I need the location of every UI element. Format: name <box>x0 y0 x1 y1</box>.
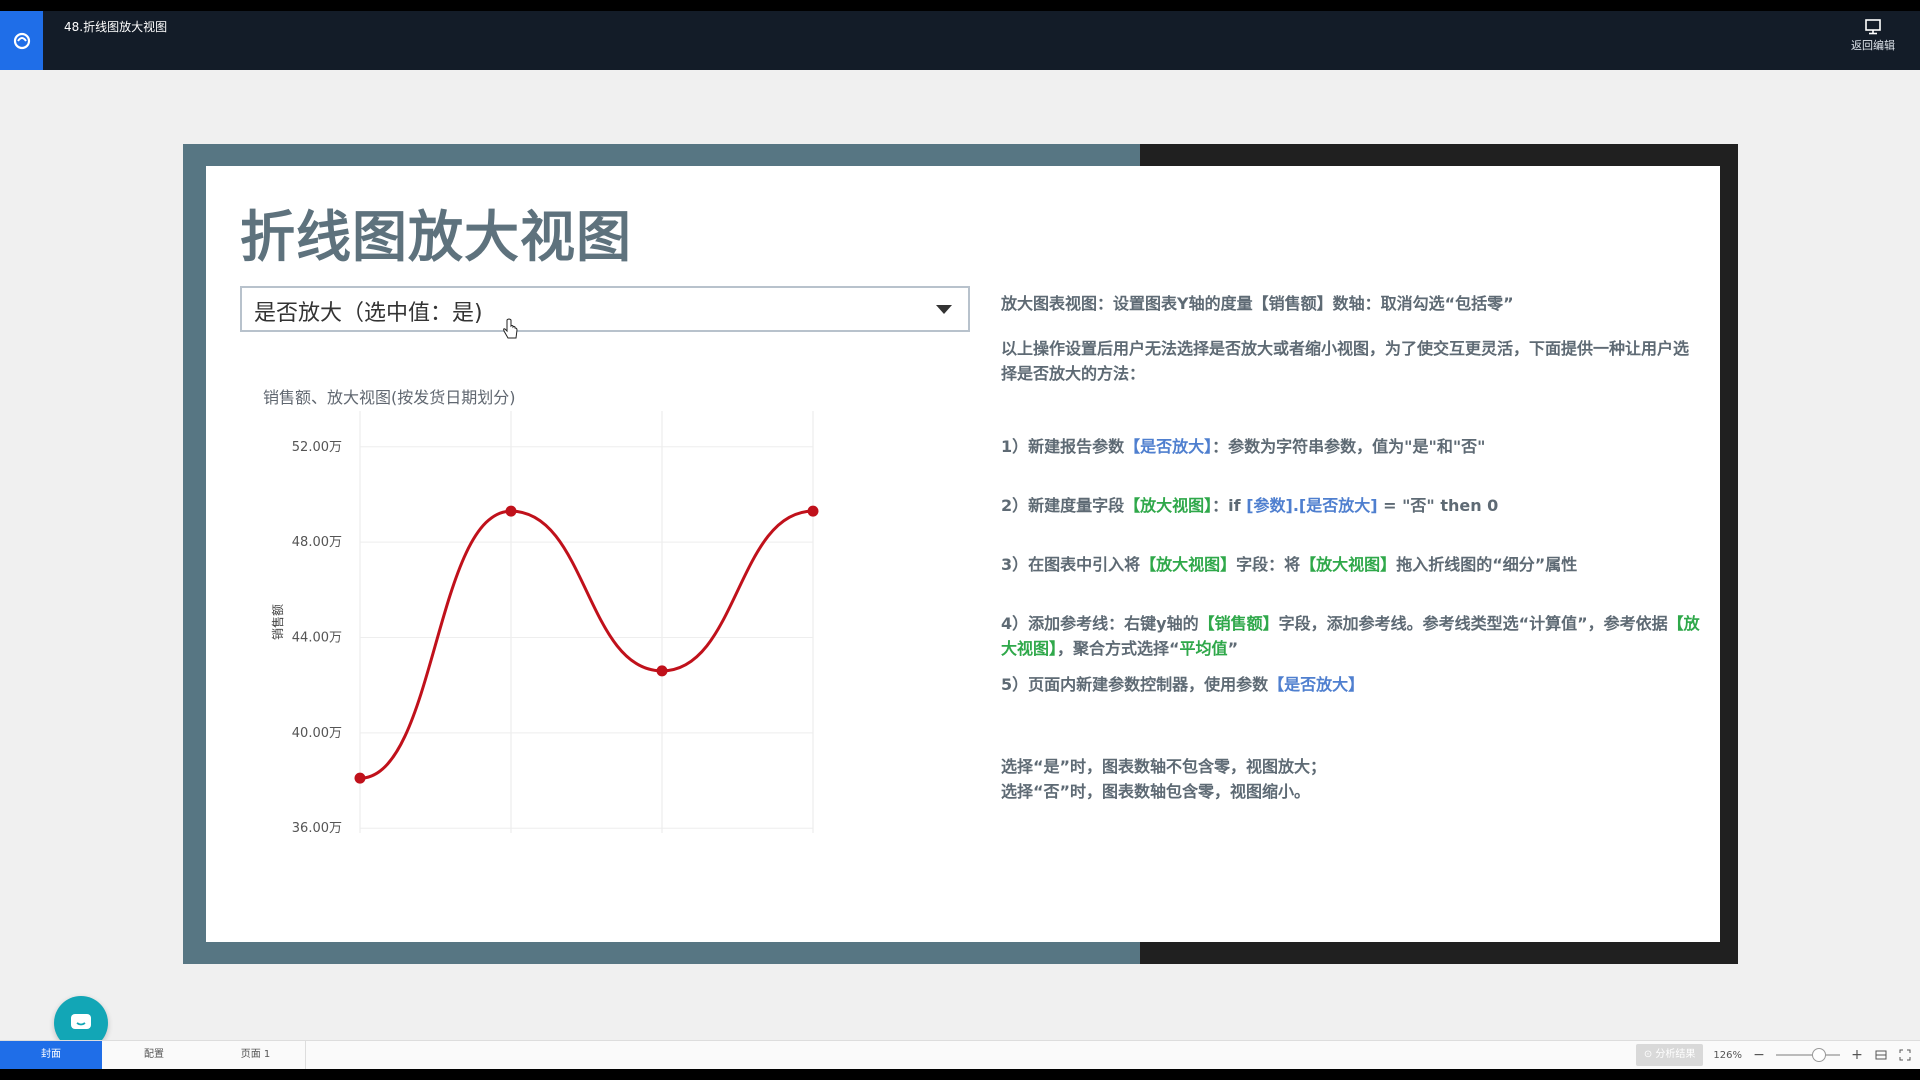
instruction-segment: 选择“是”时，图表数轴不包含零，视图放大； <box>1001 757 1327 776</box>
instruction-segment: 2）新建度量字段 <box>1001 496 1125 515</box>
instruction-segment: ：参数为字符串参数，值为"是"和"否" <box>1212 437 1486 456</box>
caret-down-icon <box>936 305 952 314</box>
instruction-line: 选择“否”时，图表数轴包含零，视图缩小。 <box>1001 779 1701 804</box>
instruction-segment: 【销售额】 <box>1198 614 1279 633</box>
instruction-line: 3）在图表中引入将【放大视图】字段：将【放大视图】拖入折线图的“细分”属性 <box>1001 552 1701 577</box>
zoom-in-icon[interactable]: + <box>1850 1047 1864 1063</box>
series-line <box>359 509 814 780</box>
tab-page-1[interactable]: 页面 1 <box>206 1041 306 1069</box>
instruction-segment: 【放大视图】 <box>1300 555 1397 574</box>
app-logo-icon <box>13 32 30 49</box>
instruction-segment: 选择“否”时，图表数轴包含零，视图缩小。 <box>1001 782 1311 801</box>
instruction-segment: = "否" then 0 <box>1377 496 1499 515</box>
instruction-segment: 【是否放大】 <box>1268 675 1365 694</box>
dropdown-selected-value: 是否放大（选中值：是) <box>254 301 483 326</box>
instruction-line: 选择“是”时，图表数轴不包含零，视图放大； <box>1001 754 1701 779</box>
app-logo-button[interactable] <box>0 11 43 70</box>
instruction-segment: 字段，添加参考线。参考线类型选“计算值”，参考依据 <box>1278 614 1668 633</box>
instruction-line: 5）页面内新建参数控制器，使用参数【是否放大】 <box>1001 672 1701 697</box>
instruction-segment: 平均值 <box>1179 639 1228 658</box>
y-tick-label: 44.00万 <box>292 630 342 645</box>
data-point <box>505 505 517 517</box>
top-bar: 48.折线图放大视图 返回编辑 <box>0 0 1920 70</box>
hand-cursor-icon <box>503 318 518 339</box>
slide: 折线图放大视图 是否放大（选中值：是) 销售额、放大视图(按发货日期划分) 36… <box>183 144 1738 964</box>
y-tick-label: 40.00万 <box>292 726 342 741</box>
slide-content: 折线图放大视图 是否放大（选中值：是) 销售额、放大视图(按发货日期划分) 36… <box>206 166 1720 942</box>
fit-width-icon[interactable] <box>1874 1048 1888 1062</box>
tab-cover[interactable]: 封面 <box>0 1041 102 1069</box>
chart-title: 销售额、放大视图(按发货日期划分) <box>263 388 516 407</box>
instruction-segment: 放大图表视图：设置图表Y轴的度量【销售额】数轴：取消勾选“包括零” <box>1001 294 1514 313</box>
instruction-segment: 【放大视图】 <box>1140 555 1237 574</box>
instruction-segment: 【是否放大】 <box>1124 437 1213 456</box>
zoom-controls: ⊙ 分析结果 126% − + <box>1635 1041 1920 1069</box>
instruction-segment: 3）在图表中引入将 <box>1001 555 1141 574</box>
data-point <box>656 665 668 677</box>
slide-decoration-top <box>1140 144 1738 166</box>
report-title: 48.折线图放大视图 <box>64 20 168 34</box>
zoom-out-icon[interactable]: − <box>1752 1047 1766 1063</box>
y-tick-label: 48.00万 <box>292 535 342 550</box>
fullscreen-icon[interactable] <box>1898 1048 1912 1062</box>
instruction-segment: ，聚合方式选择“ <box>1057 639 1180 658</box>
slide-decoration-right <box>1720 144 1738 964</box>
instruction-segment: 【放大视图】 <box>1124 496 1213 515</box>
slide-decoration-bottom <box>1140 942 1738 964</box>
instruction-line: 2）新建度量字段【放大视图】：if [参数].[是否放大] = "否" then… <box>1001 493 1701 518</box>
back-to-edit-label: 返回编辑 <box>1851 39 1895 52</box>
back-to-edit-button[interactable]: 返回编辑 <box>1848 19 1898 53</box>
zoom-parameter-dropdown[interactable]: 是否放大（选中值：是) <box>240 286 970 332</box>
bottom-bar: 封面 配置 页面 1 ⊙ 分析结果 126% − + <box>0 1040 1920 1069</box>
instruction-segment: ：if <box>1212 496 1247 515</box>
instruction-line: 以上操作设置后用户无法选择是否放大或者缩小视图，为了使交互更灵活，下面提供一种让… <box>1001 336 1701 386</box>
analysis-label: 分析结果 <box>1655 1049 1696 1060</box>
y-axis-title: 销售额 <box>270 604 285 640</box>
instruction-line: 4）添加参考线：右键y轴的【销售额】字段，添加参考线。参考线类型选“计算值”，参… <box>1001 611 1701 661</box>
zoom-level: 126% <box>1713 1049 1742 1061</box>
data-point <box>354 772 366 784</box>
zoom-slider-knob[interactable] <box>1812 1048 1826 1062</box>
instruction-line: 放大图表视图：设置图表Y轴的度量【销售额】数轴：取消勾选“包括零” <box>1001 291 1701 316</box>
instruction-segment: 字段：将 <box>1236 555 1301 574</box>
instruction-segment: 1）新建报告参数 <box>1001 437 1125 456</box>
y-tick-label: 52.00万 <box>292 440 342 455</box>
monitor-edit-icon <box>1865 19 1881 35</box>
analysis-results-button[interactable]: ⊙ 分析结果 <box>1635 1044 1704 1066</box>
workspace: 折线图放大视图 是否放大（选中值：是) 销售额、放大视图(按发货日期划分) 36… <box>0 70 1920 1040</box>
instruction-segment: 拖入折线图的“细分”属性 <box>1396 555 1578 574</box>
tab-config[interactable]: 配置 <box>102 1041 206 1069</box>
instruction-segment: [参数].[是否放大] <box>1246 496 1378 515</box>
chat-icon <box>71 1014 91 1029</box>
instruction-segment: ” <box>1227 639 1239 658</box>
sales-line-chart: 36.00万40.00万44.00万48.00万52.00万2018年2019年… <box>270 411 819 836</box>
analysis-icon: ⊙ <box>1643 1049 1653 1060</box>
instruction-segment: 以上操作设置后用户无法选择是否放大或者缩小视图，为了使交互更灵活，下面提供一种让… <box>1001 339 1690 383</box>
slide-title: 折线图放大视图 <box>240 205 633 269</box>
y-tick-label: 36.00万 <box>292 821 342 836</box>
data-point <box>807 505 819 517</box>
instruction-segment: 4）添加参考线：右键y轴的 <box>1001 614 1199 633</box>
zoom-slider[interactable] <box>1776 1048 1840 1062</box>
instruction-line: 1）新建报告参数【是否放大】：参数为字符串参数，值为"是"和"否" <box>1001 434 1701 459</box>
instruction-segment: 5）页面内新建参数控制器，使用参数 <box>1001 675 1269 694</box>
